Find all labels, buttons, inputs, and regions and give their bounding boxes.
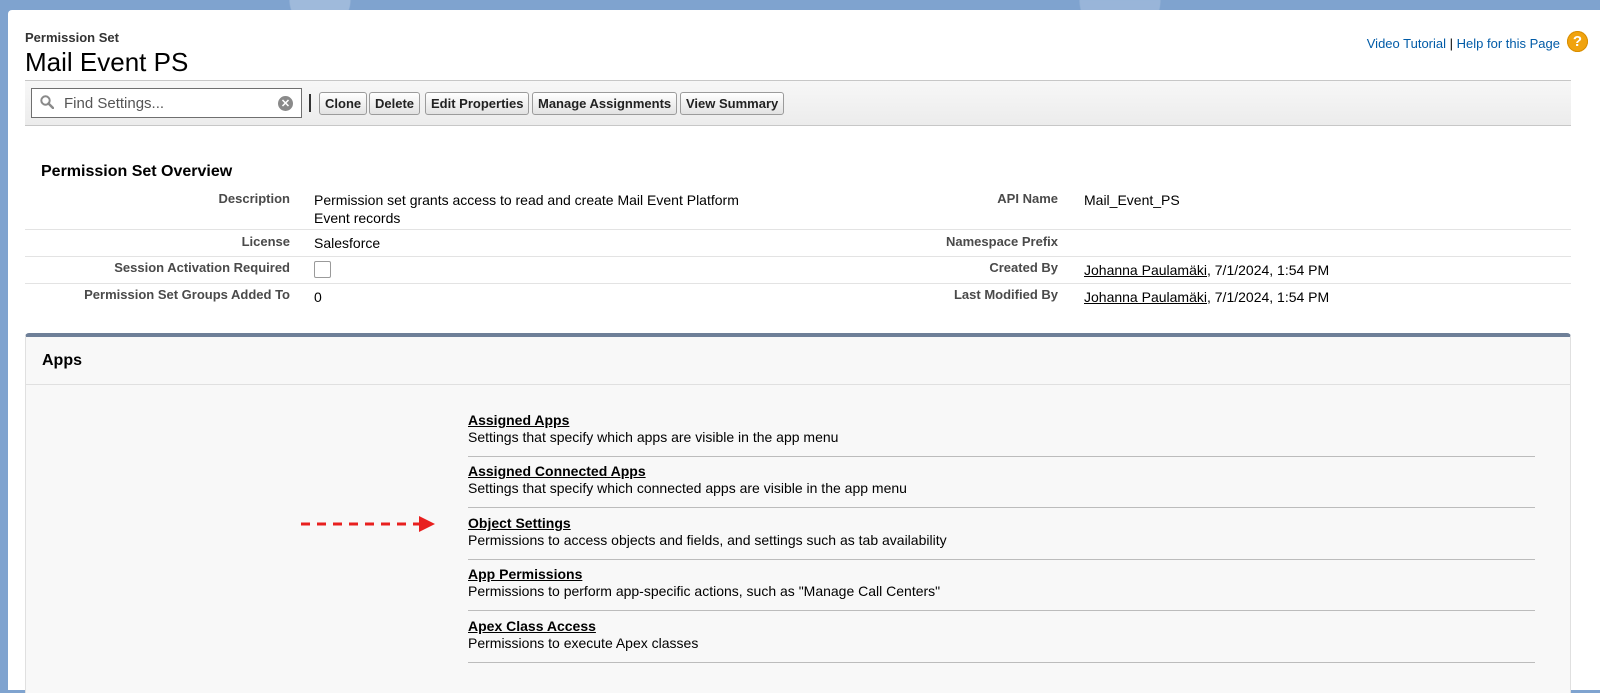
app-item-object-settings: Object Settings Permissions to access ob… <box>468 509 1535 560</box>
find-settings-search: ✕ <box>31 88 302 118</box>
groups-added-value: 0 <box>314 289 322 305</box>
clear-search-icon[interactable]: ✕ <box>278 96 293 111</box>
app-item-assigned-connected-apps: Assigned Connected Apps Settings that sp… <box>468 457 1535 508</box>
last-modified-by-label: Last Modified By <box>953 287 1058 302</box>
help-links: Video Tutorial | Help for this Page <box>1367 36 1560 51</box>
license-label: License <box>241 234 290 249</box>
session-activation-checkbox <box>314 261 331 278</box>
last-modified-by-value: Johanna Paulamäki, 7/1/2024, 1:54 PM <box>1084 288 1329 306</box>
modified-by-date: , 7/1/2024, 1:54 PM <box>1206 289 1330 305</box>
session-activation-value <box>314 261 331 278</box>
description-label: Description <box>218 191 290 206</box>
app-item-assigned-apps: Assigned Apps Settings that specify whic… <box>468 406 1535 457</box>
edit-properties-button[interactable]: Edit Properties <box>425 92 530 115</box>
groups-added-label: Permission Set Groups Added To <box>84 287 290 302</box>
app-permissions-desc: Permissions to perform app-specific acti… <box>468 583 941 599</box>
assigned-apps-link[interactable]: Assigned Apps <box>468 406 1535 428</box>
apps-section: Apps Assigned Apps Settings that specify… <box>25 333 1571 693</box>
detail-row-description: Description Permission set grants access… <box>25 188 1571 230</box>
assigned-connected-apps-desc: Settings that specify which connected ap… <box>468 480 907 496</box>
search-icon <box>40 95 54 109</box>
assigned-apps-desc: Settings that specify which apps are vis… <box>468 429 839 445</box>
api-name-value: Mail_Event_PS <box>1084 192 1180 208</box>
assigned-connected-apps-link[interactable]: Assigned Connected Apps <box>468 457 1535 479</box>
object-settings-link[interactable]: Object Settings <box>468 509 1535 531</box>
page: Permission Set Mail Event PS Video Tutor… <box>8 10 1600 693</box>
apps-section-heading: Apps <box>26 337 1570 385</box>
clone-button[interactable]: Clone <box>319 92 368 115</box>
manage-assignments-button[interactable]: Manage Assignments <box>532 92 678 115</box>
description-value: Permission set grants access to read and… <box>314 192 739 226</box>
app-item-apex-class-access: Apex Class Access Permissions to execute… <box>468 612 1535 663</box>
object-settings-desc: Permissions to access objects and fields… <box>468 532 947 548</box>
delete-button[interactable]: Delete <box>369 92 421 115</box>
apex-class-access-desc: Permissions to execute Apex classes <box>468 635 699 651</box>
page-title: Mail Event PS <box>25 47 189 77</box>
help-for-page-link[interactable]: Help for this Page <box>1457 36 1560 51</box>
help-icon[interactable]: ? <box>1567 31 1588 52</box>
namespace-prefix-label: Namespace Prefix <box>945 234 1058 249</box>
modified-by-user-link[interactable]: Johanna Paulamäki <box>1084 289 1207 305</box>
created-by-value: Johanna Paulamäki, 7/1/2024, 1:54 PM <box>1084 261 1329 279</box>
toolbar: ✕ Clone Delete Edit Properties Manage As… <box>25 80 1571 126</box>
link-separator: | <box>1449 36 1454 51</box>
search-input[interactable] <box>62 93 262 113</box>
app-item-app-permissions: App Permissions Permissions to perform a… <box>468 560 1535 611</box>
apex-class-access-link[interactable]: Apex Class Access <box>468 612 1535 634</box>
created-by-date: , 7/1/2024, 1:54 PM <box>1206 262 1330 278</box>
created-by-user-link[interactable]: Johanna Paulamäki <box>1084 262 1207 278</box>
video-tutorial-link[interactable]: Video Tutorial <box>1367 36 1446 51</box>
view-summary-button[interactable]: View Summary <box>680 92 785 115</box>
license-value: Salesforce <box>314 235 381 251</box>
record-type-label: Permission Set <box>25 30 119 45</box>
api-name-label: API Name <box>997 191 1058 206</box>
toolbar-divider <box>309 94 311 112</box>
detail-row-license: License Salesforce Namespace Prefix <box>25 230 1571 257</box>
created-by-label: Created By <box>989 260 1058 275</box>
red-dashed-arrow-icon <box>301 516 435 532</box>
permission-set-overview-heading: Permission Set Overview <box>41 163 233 180</box>
page-header: Permission Set Mail Event PS <box>25 30 188 78</box>
app-permissions-link[interactable]: App Permissions <box>468 560 1535 582</box>
detail-row-session: Session Activation Required Created By J… <box>25 257 1571 284</box>
detail-row-groups: Permission Set Groups Added To 0 Last Mo… <box>25 284 1571 314</box>
session-activation-label: Session Activation Required <box>114 260 290 275</box>
